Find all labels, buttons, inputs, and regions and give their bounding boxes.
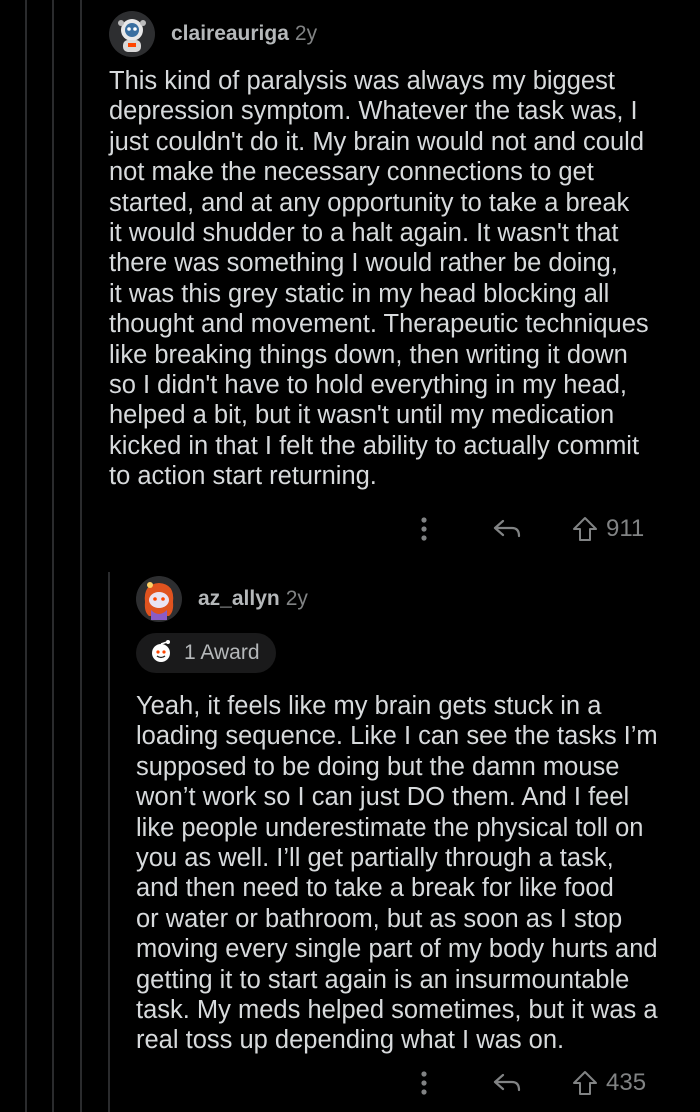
astronaut-snoo-avatar[interactable] [109,11,155,57]
comment-line: it would shudder to a halt again. It was… [109,219,619,248]
vote-count: 435 [606,1069,647,1096]
thread-line [80,0,82,1112]
comment-line: and then need to take a break for like f… [136,874,614,903]
comment-line: just couldn't do it. My brain would not … [109,127,645,156]
upvote-icon[interactable] [572,1070,598,1096]
reply-icon[interactable] [492,517,522,541]
comment-line: like people underestimate the physical t… [136,813,644,842]
comment-line: so I didn't have to hold everything in m… [109,371,628,400]
comment-line: there was something I would rather be do… [109,249,618,278]
vote-count: 911 [606,515,645,542]
username[interactable]: az_allyn [198,587,280,611]
comment-line: you as well. I’ll get partially through … [136,844,614,873]
comment-actions: 911 [414,511,664,547]
comment-line: Yeah, it feels like my brain gets stuck … [136,692,602,720]
comment-line: to action start returning. [109,462,377,491]
comment-line: won’t work so I can just DO them. And I … [136,783,630,812]
upvote-icon[interactable] [572,516,598,542]
comment-line: or water or bathroom, but as soon as I s… [136,904,623,933]
comment-line: like breaking things down, then writing … [109,340,628,369]
thread-line [25,0,27,1112]
comment-line: moving every single part of my body hurt… [136,935,658,964]
thread-line [52,0,54,1112]
red-hair-snoo-avatar[interactable] [136,576,182,622]
comment-line: depression symptom. Whatever the task wa… [109,97,638,126]
comment-line: real toss up depending what I was on. [136,1026,565,1055]
comment-body: This kind of paralysis was always my big… [109,66,689,492]
more-options-icon[interactable] [414,516,434,542]
comment-actions: 435 [414,1065,664,1101]
comment-line: started, and at any opportunity to take … [109,188,630,217]
comment-line: not make the necessary connections to ge… [109,158,594,187]
username[interactable]: claireauriga [171,22,289,46]
comment-line: task. My meds helped sometimes, but it w… [136,996,658,1025]
more-options-icon[interactable] [414,1070,434,1096]
comment-line: thought and movement. Therapeutic techni… [109,310,649,339]
comment-line: helped a bit, but it wasn't until my med… [109,401,615,430]
award-icon [148,638,174,669]
reply-icon[interactable] [492,1071,522,1095]
reply-comment: az_allyn 2y 1 Award Yeah, it feels like … [136,576,691,1056]
award-count: 1 Award [184,641,260,664]
comment: claireauriga 2y This kind of paralysis w… [109,11,689,492]
comment-body: Yeah, it feels like my brain gets stuck … [136,691,691,1056]
comment-line: This kind of paralysis was always my big… [109,67,615,95]
comment-line: kicked in that I felt the ability to act… [109,431,640,460]
comment-age: 2y [285,587,308,610]
award-badge[interactable]: 1 Award [136,633,276,673]
comment-line: it was this grey static in my head block… [109,279,610,308]
thread-line[interactable] [108,572,110,1112]
comment-header: az_allyn 2y [136,576,691,622]
comment-line: loading sequence. Like I can see the tas… [136,722,658,751]
comment-line: getting it to start again is an insurmou… [136,965,630,994]
comment-line: supposed to be doing but the damn mouse [136,752,620,781]
comment-age: 2y [294,22,318,45]
comment-header: claireauriga 2y [109,11,689,57]
